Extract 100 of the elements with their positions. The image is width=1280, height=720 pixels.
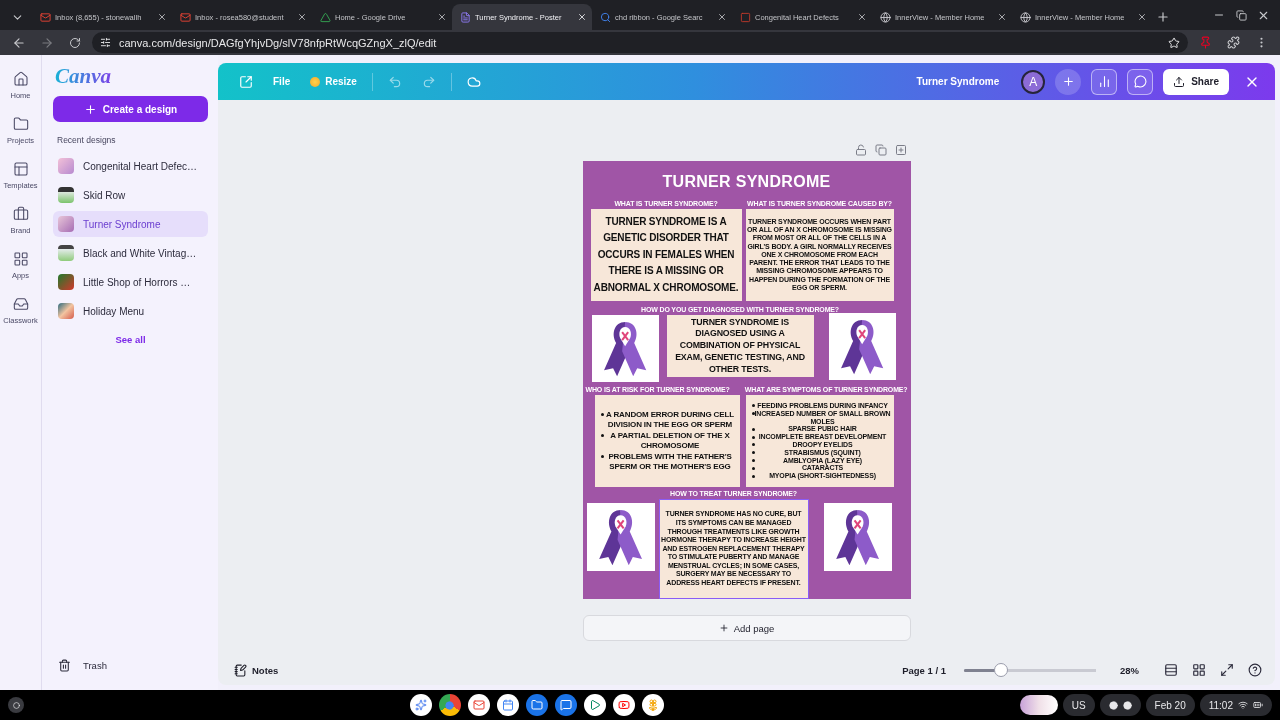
- redo-icon: [421, 74, 436, 89]
- bullet-icon: [751, 427, 755, 431]
- slider-thumb[interactable]: [993, 663, 1008, 677]
- bullet-icon: [600, 413, 604, 417]
- recent-design-item[interactable]: Turner Syndrome: [53, 211, 208, 237]
- page-indicator[interactable]: Page 1 / 1: [902, 664, 946, 676]
- site-info-icon[interactable]: [100, 37, 111, 48]
- video-icon: [617, 699, 630, 711]
- bullet-icon: [751, 466, 755, 470]
- close-icon[interactable]: [157, 12, 167, 22]
- square-icon: [739, 11, 751, 23]
- recent-design-item[interactable]: Skid Row: [53, 182, 208, 208]
- zoom-reading[interactable]: 28%: [1120, 664, 1139, 676]
- plus-icon: [83, 102, 97, 116]
- app-button[interactable]: [525, 694, 548, 716]
- document-icon: [459, 11, 471, 23]
- recent-design-item[interactable]: Congenital Heart Defec…: [53, 153, 208, 179]
- app-button[interactable]: [554, 694, 577, 716]
- add-people-button[interactable]: [1055, 68, 1082, 95]
- app-button[interactable]: [641, 694, 664, 716]
- app-button[interactable]: [409, 694, 432, 716]
- plus-icon: [1061, 75, 1075, 88]
- app-button[interactable]: [438, 694, 461, 716]
- close-icon[interactable]: [577, 12, 587, 22]
- circle-icon: [12, 701, 20, 709]
- restore-icon: [1235, 9, 1247, 21]
- back-arrow-icon: [12, 35, 26, 50]
- app-button[interactable]: [467, 694, 490, 716]
- close-icon[interactable]: [717, 12, 727, 22]
- message-icon: [559, 699, 572, 711]
- bullet-icon: [751, 451, 755, 455]
- close-icon[interactable]: [437, 12, 447, 22]
- close-icon[interactable]: [857, 12, 867, 22]
- document-title[interactable]: Turner Syndrome: [916, 76, 1000, 87]
- cloud-icon: [466, 74, 481, 89]
- design-thumbnail: [58, 216, 74, 232]
- mail-icon: [472, 699, 485, 711]
- play-icon: [588, 699, 601, 711]
- globe-icon: [879, 11, 891, 23]
- design-thumbnail: [58, 303, 74, 319]
- url-text: canva.com/design/DAGfgYhjvDg/slV78nfpRtWcqGZngX_zlQ/edit: [119, 36, 438, 49]
- system-tray[interactable]: 11:02: [1199, 694, 1272, 716]
- help-icon: [1248, 663, 1262, 677]
- user-avatar[interactable]: A: [1021, 69, 1046, 94]
- section-text: TURNER SYNDROME IS DIAGNOSED USING A COMBINATION OF PHYSICAL EXAM, GENETIC TESTING, AND OTHER TESTS.: [666, 315, 814, 377]
- briefcase-icon: [12, 206, 29, 222]
- lock-icon[interactable]: [854, 144, 867, 156]
- notes-button[interactable]: Notes: [228, 662, 285, 678]
- forward-arrow-icon: [40, 35, 54, 50]
- trash-icon: [58, 659, 71, 672]
- bullet-icon: [751, 474, 755, 478]
- status-pill[interactable]: [1099, 694, 1141, 716]
- bar-chart-icon: [1097, 75, 1111, 88]
- close-icon[interactable]: [997, 12, 1007, 22]
- share-button[interactable]: Share: [1163, 68, 1229, 95]
- design-thumbnail: [58, 187, 74, 203]
- add-page-icon[interactable]: [894, 144, 907, 156]
- bullet-icon: [600, 434, 604, 438]
- folder-icon: [12, 116, 29, 132]
- globe-icon: [1019, 11, 1031, 23]
- close-icon[interactable]: [297, 12, 307, 22]
- battery-icon: [1253, 700, 1263, 710]
- recent-design-item[interactable]: Holiday Menu: [53, 298, 208, 324]
- see-all-link[interactable]: See all: [109, 333, 152, 346]
- recent-design-item[interactable]: Black and White Vintag…: [53, 240, 208, 266]
- recent-design-item[interactable]: Little Shop of Horrors …: [53, 269, 208, 295]
- comments-button[interactable]: [1127, 68, 1154, 95]
- bullet-icon: [751, 443, 755, 447]
- trash-button[interactable]: Trash: [53, 659, 208, 672]
- add-page-button[interactable]: Add page: [582, 615, 911, 641]
- wifi-icon: [1238, 700, 1248, 710]
- circle-icon: [445, 700, 455, 710]
- date-indicator[interactable]: Feb 20: [1145, 694, 1195, 716]
- holding-space-thumbnail[interactable]: [1019, 695, 1058, 715]
- design-thumbnail: [58, 245, 74, 261]
- app-button[interactable]: [612, 694, 635, 716]
- insights-button[interactable]: [1091, 68, 1118, 95]
- app-button[interactable]: [583, 694, 606, 716]
- bullet-icon: [600, 455, 604, 459]
- create-design-button[interactable]: Create a design: [53, 96, 208, 122]
- share-icon: [1173, 75, 1186, 88]
- keyboard-layout-indicator[interactable]: US: [1062, 694, 1095, 716]
- poster-title: TURNER SYNDROME: [661, 172, 832, 192]
- plus-icon: [718, 623, 729, 633]
- calendar-icon: [501, 699, 514, 711]
- sparkle-icon: [414, 699, 427, 711]
- ribbon-picture: [828, 313, 896, 380]
- design-thumbnail: [58, 158, 74, 174]
- bullet-text: A PARTIAL DELETION OF THE X CHROMOSOME: [609, 430, 731, 452]
- comment-icon: [1133, 75, 1147, 88]
- bullet-icon: [751, 412, 755, 416]
- app-button[interactable]: [496, 694, 519, 716]
- resize-icon: [310, 76, 321, 87]
- section-label: Recent designs: [57, 135, 117, 145]
- bullet-icon: [751, 435, 755, 439]
- launcher-button[interactable]: [8, 697, 24, 713]
- grid-icon: [12, 251, 29, 267]
- close-icon[interactable]: [1137, 12, 1147, 22]
- bookmark-star-icon[interactable]: [1168, 36, 1180, 49]
- address-bar[interactable]: canva.com/design/DAGfgYhjvDg/slV78nfpRtWcqGZngX_zlQ/edit: [92, 32, 1188, 53]
